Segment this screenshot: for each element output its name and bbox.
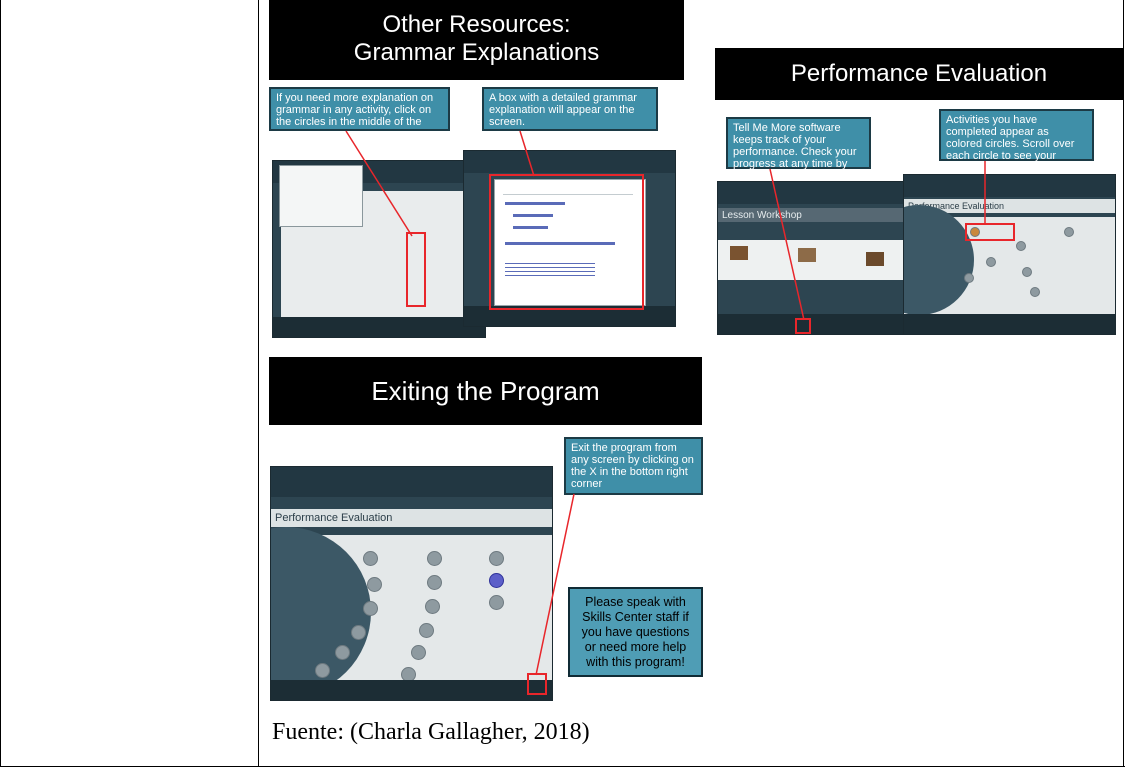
grammar-title-line2: Grammar Explanations xyxy=(353,39,600,66)
lesson-workshop-band: Lesson Workshop xyxy=(718,208,929,222)
screenshot-footer xyxy=(273,317,485,337)
activity-circle xyxy=(489,595,504,610)
lesson-thumb-1 xyxy=(730,246,748,260)
figure-caption: Fuente: (Charla Gallagher, 2018) xyxy=(272,719,590,745)
performance-slide-title: Performance Evaluation xyxy=(715,48,1123,100)
grammar-callout-left: If you need more explanation on grammar … xyxy=(269,87,450,140)
lesson-thumb-2 xyxy=(798,248,816,262)
activity-circle xyxy=(1022,267,1032,277)
activity-circle xyxy=(964,273,974,283)
lesson-thumb-3 xyxy=(866,252,884,266)
screenshot-header xyxy=(271,467,552,497)
lesson-panel xyxy=(718,240,929,280)
grammar-circles-highlight xyxy=(406,232,426,307)
activity-circle xyxy=(1030,287,1040,297)
performance-screenshot-lesson: Lesson Workshop xyxy=(717,181,930,335)
activity-circle xyxy=(315,663,330,678)
exit-callout-top: Exit the program from any screen by clic… xyxy=(564,437,703,495)
exiting-slide-title: Exiting the Program xyxy=(269,357,702,425)
activity-circle xyxy=(367,577,382,592)
performance-screenshot-evaluation: Performance Evaluation xyxy=(903,174,1116,335)
performance-button-highlight xyxy=(795,318,811,334)
table-left-border xyxy=(0,0,1,767)
screenshot-header xyxy=(464,151,675,173)
activity-circle xyxy=(1016,241,1026,251)
grammar-title-line1: Other Resources: xyxy=(382,11,571,38)
activity-circle xyxy=(489,551,504,566)
table-column-divider xyxy=(258,0,259,767)
activity-circle xyxy=(351,625,366,640)
activity-circle-highlighted xyxy=(489,573,504,588)
activity-circle xyxy=(335,645,350,660)
popup-panel xyxy=(279,165,363,227)
completed-circle-highlight xyxy=(965,223,1015,241)
activity-circle xyxy=(427,575,442,590)
activity-circle xyxy=(986,257,996,267)
table-right-border xyxy=(1123,0,1124,767)
activity-circle xyxy=(363,551,378,566)
performance-callout-left: Tell Me More software keeps track of you… xyxy=(726,117,871,182)
exit-button-highlight xyxy=(527,673,547,695)
screenshot-header xyxy=(904,175,1115,197)
activity-circle xyxy=(1064,227,1074,237)
screenshot-footer xyxy=(904,314,1115,334)
exit-callout-bottom: Please speak with Skills Center staff if… xyxy=(568,587,703,677)
activity-circle xyxy=(411,645,426,660)
grammar-screenshot-activity xyxy=(272,160,486,338)
screenshot-footer xyxy=(718,314,929,334)
performance-callout-right: Activities you have completed appear as … xyxy=(939,109,1094,174)
grammar-slide-title: Other Resources: Grammar Explanations xyxy=(269,0,684,80)
activity-circle xyxy=(425,599,440,614)
grammar-callout-right: A box with a detailed grammar explanatio… xyxy=(482,87,658,131)
screenshot-footer xyxy=(271,680,552,700)
exit-performance-band: Performance Evaluation xyxy=(271,509,552,527)
exit-screenshot: Performance Evaluation xyxy=(270,466,553,701)
activity-circle xyxy=(363,601,378,616)
activity-circle xyxy=(427,551,442,566)
screenshot-header xyxy=(718,182,929,204)
activity-circle xyxy=(419,623,434,638)
explanation-box-highlight xyxy=(489,174,644,310)
